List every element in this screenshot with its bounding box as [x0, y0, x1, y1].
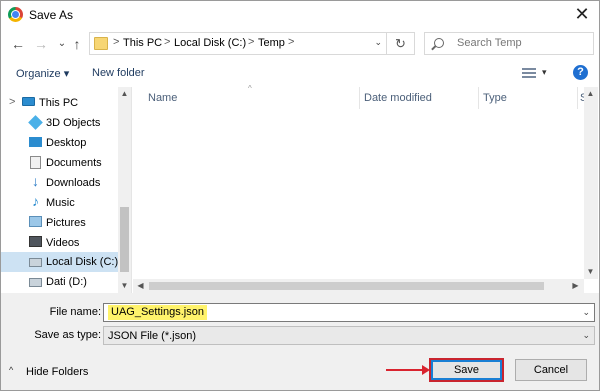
- documents-icon: [30, 156, 41, 169]
- save-as-type-select[interactable]: JSON File (*.json) ⌄: [103, 326, 595, 345]
- save-as-type-label: Save as type:: [34, 329, 101, 341]
- scroll-up-icon[interactable]: ▲: [584, 89, 597, 98]
- save-options-panel: File name: UAG_Settings.json ⌄ Save as t…: [1, 293, 599, 390]
- save-as-type-value: JSON File (*.json): [108, 330, 197, 342]
- command-toolbar: Organize ▾ New folder ▾ ?: [1, 59, 599, 87]
- breadcrumb-separator[interactable]: >: [164, 36, 170, 48]
- nav-item-desktop[interactable]: Desktop: [1, 133, 118, 153]
- help-icon[interactable]: ?: [573, 65, 588, 80]
- scroll-up-icon[interactable]: ▲: [118, 89, 131, 98]
- nav-item-label: Downloads: [46, 177, 101, 189]
- column-divider[interactable]: [577, 87, 578, 109]
- view-options-icon[interactable]: [522, 68, 536, 78]
- nav-item-dati-d[interactable]: Dati (D:): [1, 272, 118, 292]
- videos-icon: [29, 236, 42, 247]
- navigation-pane: > This PC 3D Objects Desktop Documents ↓…: [1, 87, 132, 293]
- breadcrumb-this-pc[interactable]: This PC: [123, 37, 162, 49]
- pictures-icon: [29, 216, 42, 227]
- search-placeholder: Search Temp: [457, 37, 522, 49]
- column-divider[interactable]: [359, 87, 360, 109]
- breadcrumb-separator[interactable]: >: [248, 36, 254, 48]
- music-icon: ♪: [32, 193, 39, 209]
- file-list[interactable]: Name ^ Date modified Type S ▲ ▼ ◀ ▶: [133, 84, 599, 293]
- navigation-bar: ← → ⌄ ↑ > This PC > Local Disk (C:) > Te…: [1, 29, 599, 59]
- nav-pane-scrollbar[interactable]: ▲ ▼: [118, 87, 131, 293]
- nav-item-documents[interactable]: Documents: [1, 153, 118, 173]
- window-title: Save As: [29, 8, 74, 22]
- nav-item-videos[interactable]: Videos: [1, 233, 118, 253]
- cancel-button[interactable]: Cancel: [515, 359, 587, 381]
- nav-item-label: This PC: [39, 97, 79, 109]
- nav-item-label: Dati (D:): [46, 276, 87, 288]
- nav-item-this-pc[interactable]: > This PC: [1, 93, 118, 113]
- nav-item-pictures[interactable]: Pictures: [1, 213, 118, 233]
- nav-item-label: Desktop: [46, 137, 87, 149]
- breadcrumb-separator: >: [113, 36, 120, 48]
- refresh-button[interactable]: ↻: [386, 33, 414, 54]
- save-as-dialog: Save As ✕ ← → ⌄ ↑ > This PC > Local Disk…: [0, 0, 600, 391]
- nav-item-downloads[interactable]: ↓ Downloads: [1, 173, 118, 193]
- new-folder-button[interactable]: New folder: [92, 67, 145, 79]
- disk-icon: [29, 258, 42, 267]
- nav-item-label: 3D Objects: [46, 117, 101, 129]
- chrome-icon: [8, 7, 23, 22]
- nav-item-label: Pictures: [46, 217, 86, 229]
- nav-item-label: Videos: [46, 237, 80, 249]
- 3d-objects-icon: [28, 115, 43, 130]
- scroll-down-icon[interactable]: ▼: [118, 281, 131, 290]
- scroll-right-icon[interactable]: ▶: [569, 281, 582, 290]
- annotation-arrow-icon: [386, 365, 430, 375]
- file-name-label: File name:: [49, 306, 101, 318]
- view-dropdown-icon[interactable]: ▾: [542, 67, 547, 78]
- title-bar: Save As ✕: [1, 1, 599, 29]
- up-button[interactable]: ↑: [68, 34, 86, 54]
- hide-folders-label: Hide Folders: [26, 366, 89, 378]
- file-list-vertical-scrollbar[interactable]: ▲ ▼: [584, 87, 598, 279]
- close-button[interactable]: ✕: [567, 1, 597, 27]
- scrollbar-thumb[interactable]: [149, 282, 544, 290]
- nav-item-label: Music: [46, 197, 75, 209]
- chevron-down-icon[interactable]: ⌄: [582, 307, 590, 318]
- chevron-down-icon[interactable]: ⌄: [582, 330, 590, 341]
- scroll-down-icon[interactable]: ▼: [584, 267, 597, 276]
- nav-item-label: Documents: [46, 157, 102, 169]
- file-list-horizontal-scrollbar[interactable]: ◀ ▶: [133, 279, 584, 293]
- back-button[interactable]: ←: [9, 34, 27, 54]
- downloads-icon: ↓: [32, 173, 39, 189]
- forward-button[interactable]: →: [32, 34, 50, 54]
- pc-icon: [22, 97, 35, 106]
- expand-icon[interactable]: >: [9, 96, 15, 108]
- nav-item-music[interactable]: ♪ Music: [1, 193, 118, 213]
- breadcrumb-temp[interactable]: Temp: [258, 37, 285, 49]
- column-divider[interactable]: [478, 87, 479, 109]
- folder-icon: [94, 37, 108, 50]
- column-header-name[interactable]: Name: [148, 92, 177, 104]
- save-button[interactable]: Save: [429, 358, 504, 382]
- desktop-icon: [29, 137, 42, 147]
- breadcrumb-separator[interactable]: >: [288, 36, 294, 48]
- scrollbar-thumb[interactable]: [120, 207, 129, 272]
- scroll-left-icon[interactable]: ◀: [134, 281, 147, 290]
- address-bar[interactable]: > This PC > Local Disk (C:) > Temp > ⌄ ↻: [89, 32, 415, 55]
- disk-icon: [29, 278, 42, 287]
- column-header-type[interactable]: Type: [483, 92, 507, 104]
- nav-item-label: Local Disk (C:): [46, 256, 119, 268]
- nav-item-3d-objects[interactable]: 3D Objects: [1, 113, 118, 133]
- chevron-up-icon: ^: [9, 365, 14, 375]
- column-header-date-modified[interactable]: Date modified: [364, 92, 432, 104]
- file-name-value[interactable]: UAG_Settings.json: [108, 305, 207, 320]
- breadcrumb-local-disk[interactable]: Local Disk (C:): [174, 37, 246, 49]
- search-icon: [434, 38, 444, 48]
- nav-item-local-disk-c[interactable]: Local Disk (C:): [1, 252, 118, 272]
- search-box[interactable]: Search Temp: [424, 32, 594, 55]
- sort-ascending-icon: ^: [248, 84, 252, 93]
- file-name-input[interactable]: UAG_Settings.json ⌄: [103, 303, 595, 322]
- organize-button[interactable]: Organize ▾: [16, 67, 69, 80]
- address-dropdown-icon[interactable]: ⌄: [374, 37, 382, 48]
